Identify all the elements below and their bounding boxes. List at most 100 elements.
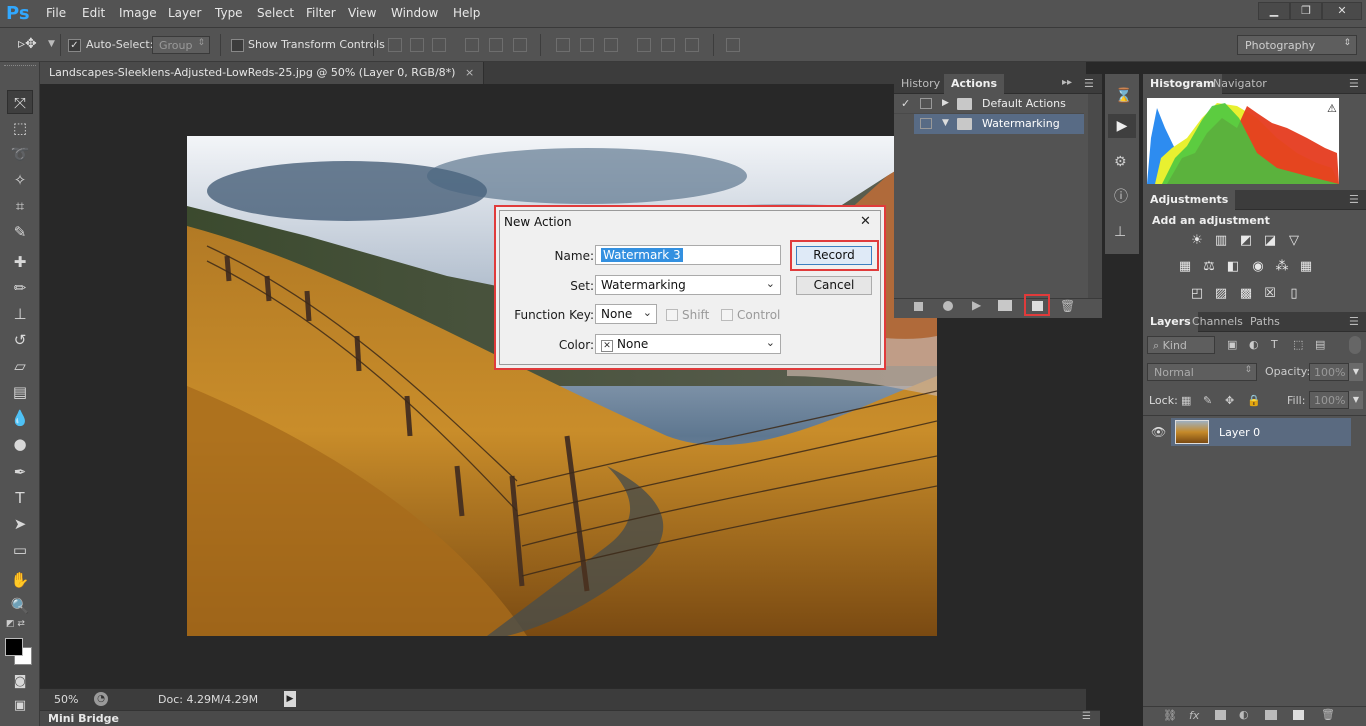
minimize-icon[interactable]: ▁ xyxy=(1258,2,1290,20)
panel-menu-icon[interactable]: ☰ xyxy=(1349,193,1359,206)
color-select[interactable]: ✕ None ⌄ xyxy=(595,334,781,354)
color-lookup-icon[interactable]: ▦ xyxy=(1298,260,1314,274)
menu-type[interactable]: Type xyxy=(215,6,243,20)
menu-filter[interactable]: Filter xyxy=(306,6,336,20)
dodge-tool-icon[interactable]: ● xyxy=(7,432,33,456)
panel-grip[interactable] xyxy=(4,65,36,68)
default-colors-icon[interactable]: ◩ ⇄ xyxy=(6,619,25,629)
lock-transparent-icon[interactable]: ▦ xyxy=(1181,394,1191,407)
selective-color-icon[interactable]: ☒ xyxy=(1262,287,1278,301)
record-button[interactable]: Record xyxy=(796,246,872,265)
align-left-icon[interactable] xyxy=(465,38,479,52)
layer-name[interactable]: Layer 0 xyxy=(1219,426,1260,439)
filter-smart-object-icon[interactable]: ▤ xyxy=(1315,338,1325,351)
tab-paths[interactable]: Paths xyxy=(1243,312,1287,332)
close-icon[interactable]: ✕ xyxy=(1322,2,1362,20)
lock-all-icon[interactable]: 🔒 xyxy=(1247,394,1261,407)
new-set-icon[interactable] xyxy=(998,300,1012,311)
photo-filter-icon[interactable]: ◉ xyxy=(1250,260,1266,274)
move-tool-preset-icon[interactable]: ▹✥ xyxy=(18,36,37,52)
tab-actions[interactable]: Actions xyxy=(944,74,1004,94)
type-tool-icon[interactable]: T xyxy=(7,486,33,510)
brightness-contrast-icon[interactable]: ☀ xyxy=(1189,234,1205,248)
pen-tool-icon[interactable]: ✒ xyxy=(7,460,33,484)
set-select[interactable]: Watermarking ⌄ xyxy=(595,275,781,295)
lock-position-icon[interactable]: ✥ xyxy=(1225,394,1234,407)
crop-tool-icon[interactable]: ⌗ xyxy=(7,194,33,218)
filter-pixel-icon[interactable]: ▣ xyxy=(1227,338,1237,351)
new-group-icon[interactable] xyxy=(1265,710,1277,720)
filter-adjustment-icon[interactable]: ◐ xyxy=(1249,338,1259,351)
menu-view[interactable]: View xyxy=(348,6,376,20)
channel-mixer-icon[interactable]: ⁂ xyxy=(1274,260,1290,274)
eye-icon[interactable]: 👁 xyxy=(1151,425,1166,439)
distribute-left-icon[interactable] xyxy=(637,38,651,52)
trash-icon[interactable]: 🗑 xyxy=(1060,299,1075,313)
dialog-close-icon[interactable]: ✕ xyxy=(860,214,871,229)
path-selection-tool-icon[interactable]: ➤ xyxy=(7,512,33,536)
tab-close-icon[interactable]: × xyxy=(465,66,474,79)
document-tab[interactable]: Landscapes-Sleeklens-Adjusted-LowReds-25… xyxy=(40,62,485,84)
hue-saturation-icon[interactable]: ▦ xyxy=(1177,260,1193,274)
mini-bridge-bar[interactable]: Mini Bridge ☰ xyxy=(40,710,1100,726)
show-transform-checkbox[interactable] xyxy=(231,39,244,52)
blend-mode-select[interactable]: Normal ⇕ xyxy=(1147,363,1257,381)
link-layers-icon[interactable]: ⛓ xyxy=(1163,709,1177,722)
menu-layer[interactable]: Layer xyxy=(168,6,201,20)
dialog-toggle-icon[interactable] xyxy=(920,98,932,109)
panel-menu-icon[interactable]: ☰ xyxy=(1084,77,1094,90)
group-select[interactable]: Group ⇕ xyxy=(152,36,210,54)
align-hcenter-icon[interactable] xyxy=(489,38,503,52)
vibrance-icon[interactable]: ▽ xyxy=(1286,234,1302,248)
new-layer-icon[interactable] xyxy=(1293,710,1304,720)
menu-window[interactable]: Window xyxy=(391,6,438,20)
action-set-row[interactable]: ✓ ▶ Default Actions xyxy=(894,94,1084,114)
zoom-tool-icon[interactable]: 🔍 xyxy=(7,594,33,618)
invert-icon[interactable]: ◰ xyxy=(1189,287,1205,301)
threshold-icon[interactable]: ▩ xyxy=(1238,287,1254,301)
eyedropper-tool-icon[interactable]: ✎ xyxy=(7,220,33,244)
screen-mode-icon[interactable]: ▣ xyxy=(7,694,33,718)
auto-align-icon[interactable] xyxy=(726,38,740,52)
align-vcenter-icon[interactable] xyxy=(410,38,424,52)
chevron-down-icon[interactable]: ▼ xyxy=(48,39,55,49)
distribute-bottom-icon[interactable] xyxy=(604,38,618,52)
play-icon[interactable]: ▶ xyxy=(972,298,981,312)
tab-channels[interactable]: Channels xyxy=(1185,312,1250,332)
quick-mask-icon[interactable]: ◙ xyxy=(7,670,33,694)
stop-icon[interactable] xyxy=(914,302,923,311)
cancel-button[interactable]: Cancel xyxy=(796,276,872,295)
action-set-row-selected[interactable]: ▼ Watermarking xyxy=(914,114,1084,134)
opacity-dropdown-icon[interactable]: ▼ xyxy=(1349,363,1363,381)
tab-history[interactable]: History xyxy=(894,74,947,94)
exposure-icon[interactable]: ◪ xyxy=(1262,234,1278,248)
clone-source-icon[interactable]: ⊥ xyxy=(1114,224,1126,240)
gradient-tool-icon[interactable]: ▤ xyxy=(7,380,33,404)
menu-help[interactable]: Help xyxy=(453,6,480,20)
collapse-arrow-icon[interactable]: ▼ xyxy=(942,118,949,128)
levels-icon[interactable]: ▥ xyxy=(1213,234,1229,248)
foreground-color-swatch[interactable] xyxy=(5,638,23,656)
eraser-tool-icon[interactable]: ▱ xyxy=(7,354,33,378)
black-white-icon[interactable]: ◧ xyxy=(1225,260,1241,274)
posterize-icon[interactable]: ▨ xyxy=(1213,287,1229,301)
lasso-tool-icon[interactable]: ➰ xyxy=(7,142,33,166)
rectangle-tool-icon[interactable]: ▭ xyxy=(7,538,33,562)
restore-icon[interactable]: ❐ xyxy=(1290,2,1322,20)
distribute-top-icon[interactable] xyxy=(556,38,570,52)
move-tool-icon[interactable]: ⤧ xyxy=(7,90,33,114)
properties-icon[interactable]: ⚙ xyxy=(1114,154,1127,170)
dialog-toggle-icon[interactable] xyxy=(920,118,932,129)
actions-play-icon[interactable]: ▶ xyxy=(1108,114,1136,138)
control-checkbox[interactable] xyxy=(721,309,733,321)
fill-dropdown-icon[interactable]: ▼ xyxy=(1349,391,1363,409)
function-key-select[interactable]: None ⌄ xyxy=(595,304,657,324)
share-icon[interactable]: ◔ xyxy=(94,692,108,706)
align-bottom-icon[interactable] xyxy=(432,38,446,52)
panel-menu-icon[interactable]: ☰ xyxy=(1082,711,1091,722)
distribute-hcenter-icon[interactable] xyxy=(661,38,675,52)
opacity-input[interactable]: 100% xyxy=(1309,363,1349,381)
auto-select-checkbox[interactable]: ✓ xyxy=(68,39,81,52)
marquee-tool-icon[interactable]: ⬚ xyxy=(7,116,33,140)
delete-layer-icon[interactable]: 🗑 xyxy=(1321,708,1335,721)
